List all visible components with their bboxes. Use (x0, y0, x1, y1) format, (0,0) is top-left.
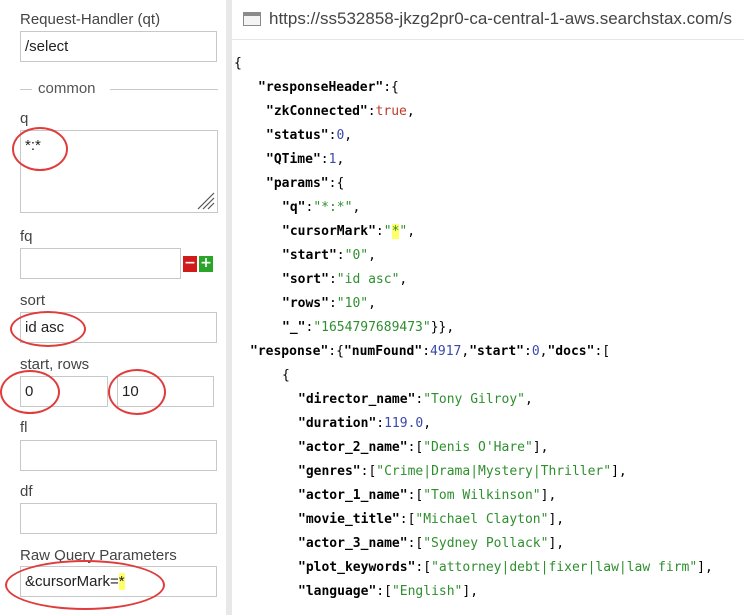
json-line: { (234, 56, 242, 71)
json-line: "QTime":1, (266, 152, 345, 167)
json-line: { (282, 368, 290, 383)
fl-input[interactable] (20, 440, 217, 471)
json-line: "sort":"id asc", (282, 272, 408, 287)
json-line: "movie_title":["Michael Clayton"], (298, 512, 565, 527)
json-line: "actor_3_name":["Sydney Pollack"], (298, 536, 565, 551)
url-bar: https://ss532858-jkzg2pr0-ca-central-1-a… (232, 0, 744, 40)
q-value: *:* (25, 137, 41, 154)
json-line: "plot_keywords":["attorney|debt|fixer|la… (298, 560, 713, 575)
common-legend: common (38, 80, 96, 97)
request-handler-label: Request-Handler (qt) (20, 11, 161, 28)
start-rows-label: start, rows (20, 356, 90, 373)
raw-query-label: Raw Query Parameters (20, 547, 177, 564)
json-line: "responseHeader":{ (258, 80, 399, 95)
sort-input[interactable]: id asc (20, 312, 217, 343)
fq-input[interactable] (20, 248, 181, 279)
page-icon (243, 12, 261, 26)
query-form-panel: Request-Handler (qt) /select common q *:… (0, 0, 226, 615)
json-response-view: { "responseHeader":{ "zkConnected":true,… (232, 52, 744, 615)
request-url-link[interactable]: https://ss532858-jkzg2pr0-ca-central-1-a… (269, 9, 744, 29)
json-line: "rows":"10", (282, 296, 376, 311)
remove-fq-button[interactable]: − (183, 256, 197, 272)
raw-query-text: &cursorMark= (25, 573, 119, 590)
json-line: "actor_2_name":["Denis O'Hare"], (298, 440, 549, 455)
q-label: q (20, 110, 29, 127)
json-line: "cursorMark":"*", (282, 224, 416, 239)
request-handler-input[interactable]: /select (20, 31, 217, 62)
start-input[interactable]: 0 (20, 376, 108, 407)
resize-grip-icon[interactable] (195, 190, 215, 210)
rows-input[interactable]: 10 (117, 376, 214, 407)
fq-label: fq (20, 228, 33, 245)
json-line: "_":"1654797689473"}}, (282, 320, 455, 335)
json-line: "director_name":"Tony Gilroy", (298, 392, 533, 407)
add-fq-button[interactable]: + (199, 256, 213, 272)
df-label: df (20, 483, 33, 500)
fieldset-line-left (20, 89, 32, 90)
json-line: "genres":["Crime|Drama|Mystery|Thriller"… (298, 464, 627, 479)
sort-label: sort (20, 292, 46, 309)
fieldset-line-right (110, 89, 218, 90)
json-line: "start":"0", (282, 248, 376, 263)
raw-query-input[interactable]: &cursorMark=* (20, 566, 217, 597)
json-line: "actor_1_name":["Tom Wilkinson"], (298, 488, 557, 503)
json-line: "duration":119.0, (298, 416, 432, 431)
df-input[interactable] (20, 503, 217, 534)
json-line: "language":["English"], (298, 584, 479, 599)
q-textarea[interactable]: *:* (20, 130, 218, 213)
json-line: "params":{ (266, 176, 345, 191)
fl-label: fl (20, 419, 28, 436)
json-line: "zkConnected":true, (266, 104, 415, 119)
raw-query-highlight: * (118, 573, 125, 590)
json-line: "q":"*:*", (282, 200, 361, 215)
json-line: "response":{"numFound":4917,"start":0,"d… (250, 344, 611, 359)
json-line: "status":0, (266, 128, 353, 143)
